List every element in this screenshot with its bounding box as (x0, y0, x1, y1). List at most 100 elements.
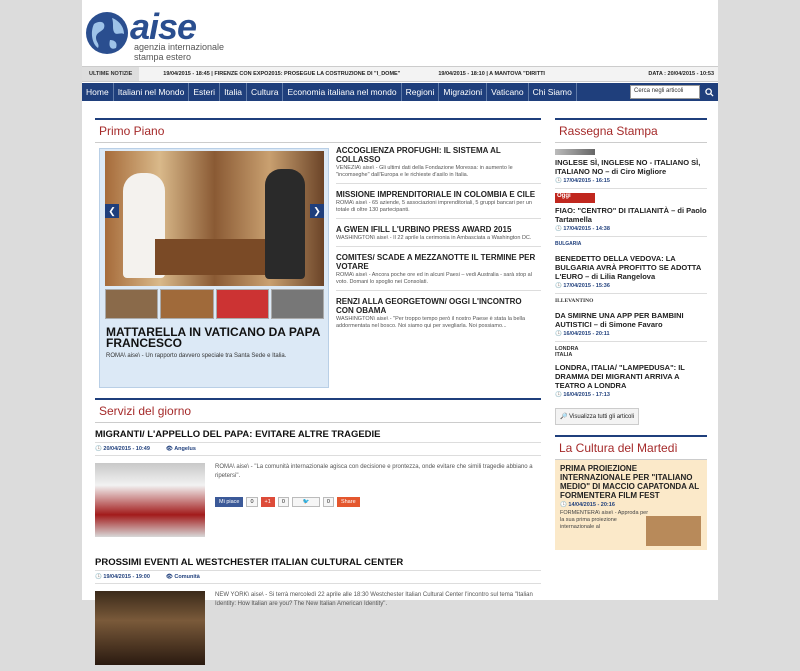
article-excerpt: ROMA\ aise\ - "La comunità internazional… (215, 464, 533, 479)
nav-item-italiani-nel-mondo[interactable]: Italiani nel Mondo (114, 83, 190, 101)
site-header: aise agenzia internazionale stampa ester… (82, 0, 718, 66)
list-item: BULGARIA BENEDETTO DELLA VEDOVA: LA BULG… (555, 237, 707, 294)
primo-piano-section: Primo Piano ❮ ❯ MATTARELLA IN VATICANO D… (95, 118, 541, 388)
source-logo: LONDRA ITALIA (555, 346, 579, 358)
article-date: 🕓 20/04/2015 - 10:49 (95, 446, 150, 452)
article-title[interactable]: MIGRANTI/ L'APPELLO DEL PAPA: EVITARE AL… (95, 429, 541, 442)
search-input[interactable]: Cerca negli articoli (630, 85, 700, 99)
list-item: RENZI ALLA GEORGETOWN/ OGGI L'INCONTRO C… (336, 295, 541, 334)
news-excerpt: ROMA\ aise\ - Ancora poche ore ed in alc… (336, 272, 532, 285)
section-title-rassegna: Rassegna Stampa (555, 118, 707, 143)
press-date: 🕓 17/04/2015 - 14:38 (555, 226, 610, 232)
carousel-thumb[interactable] (215, 289, 269, 319)
press-title[interactable]: DA SMIRNE UNA APP PER BAMBINI AUTISTICI … (555, 311, 707, 329)
article-category-text: Angelus (174, 446, 196, 452)
search-icon (704, 87, 714, 97)
cultura-title[interactable]: PRIMA PROIEZIONE INTERNAZIONALE PER "ITA… (560, 464, 702, 500)
cultura-excerpt: FORMENTERA\ aise\ - Approda per la sua p… (560, 510, 649, 530)
tweet-count: 0 (322, 497, 334, 507)
ticker-item[interactable]: 19/04/2015 - 18:45 | FIRENZE CON EXPO201… (163, 71, 400, 77)
list-item: ACCOGLIENZA PROFUGHI: IL SISTEMA AL COLL… (336, 144, 541, 184)
nav-item-cultura[interactable]: Cultura (247, 83, 284, 101)
list-item: A GWEN IFILL L'URBINO PRESS AWARD 2015 W… (336, 223, 541, 247)
search-button[interactable] (702, 85, 716, 99)
press-title[interactable]: FIAO: "CENTRO" DI ITALIANITÀ – di Paolo … (555, 206, 707, 224)
section-title-cultura: La Cultura del Martedì (555, 435, 707, 460)
list-item: MISSIONE IMPRENDITORIALE IN COLOMBIA E C… (336, 188, 541, 219)
nav-item-migrazioni[interactable]: Migrazioni (439, 83, 488, 101)
news-excerpt: VENEZIA\ aise\ - Gli ultimi dati della F… (336, 165, 513, 178)
news-title[interactable]: A GWEN IFILL L'URBINO PRESS AWARD 2015 (336, 225, 541, 234)
social-buttons: Mi piace 0 +1 0 🐦 0 Share (215, 497, 360, 507)
news-title[interactable]: ACCOGLIENZA PROFUGHI: IL SISTEMA AL COLL… (336, 146, 541, 164)
featured-carousel: ❮ ❯ MATTARELLA IN VATICANO DA PAPA FRANC… (99, 148, 329, 388)
primo-piano-news-list: ACCOGLIENZA PROFUGHI: IL SISTEMA AL COLL… (336, 144, 541, 338)
nav-item-chi-siamo[interactable]: Chi Siamo (529, 83, 577, 101)
list-item: ILLEVANTINO DA SMIRNE UNA APP PER BAMBIN… (555, 294, 707, 342)
featured-title[interactable]: MATTARELLA IN VATICANO DA PAPA FRANCESCO (106, 326, 328, 349)
press-date: 🕓 16/04/2015 - 20:11 (555, 331, 610, 337)
carousel-thumbnails (105, 289, 324, 319)
source-logo: BULGARIA (555, 241, 582, 247)
nav-item-regioni[interactable]: Regioni (402, 83, 440, 101)
share-button[interactable]: Share (336, 497, 360, 507)
article-image[interactable] (95, 591, 205, 665)
featured-photo[interactable] (105, 151, 324, 286)
cultura-date: 🕓 14/04/2015 - 20:16 (560, 502, 615, 508)
nav-item-esteri[interactable]: Esteri (189, 83, 221, 101)
news-title[interactable]: MISSIONE IMPRENDITORIALE IN COLOMBIA E C… (336, 190, 541, 199)
servizi-section: Servizi del giorno MIGRANTI/ L'APPELLO D… (95, 398, 541, 671)
press-title[interactable]: INGLESE SÌ, INGLESE NO - ITALIANO SÌ, IT… (555, 158, 707, 176)
nav-item-italia[interactable]: Italia (220, 83, 248, 101)
press-title[interactable]: LONDRA, ITALIA/ "LAMPEDUSA": IL DRAMMA D… (555, 363, 707, 390)
view-all-label: Visualizza tutti gli articoli (569, 414, 635, 420)
section-title-servizi: Servizi del giorno (95, 398, 541, 423)
news-title[interactable]: RENZI ALLA GEORGETOWN/ OGGI L'INCONTRO C… (336, 297, 541, 315)
carousel-next-button[interactable]: ❯ (310, 204, 324, 218)
article-body: NEW YORK\ aise\ - Si terrà mercoledì 22 … (95, 591, 541, 671)
article-image[interactable] (95, 463, 205, 537)
cultura-image[interactable] (646, 516, 701, 546)
left-column: Primo Piano ❮ ❯ MATTARELLA IN VATICANO D… (95, 118, 541, 665)
press-date-text: 17/04/2015 - 15:36 (563, 283, 610, 289)
article-category[interactable]: 👁 Angelus (166, 446, 196, 452)
tweet-button[interactable]: 🐦 (291, 497, 320, 507)
article-body: ROMA\ aise\ - "La comunità internazional… (95, 463, 541, 543)
section-title-primo-piano: Primo Piano (95, 118, 541, 143)
press-date-text: 16/04/2015 - 17:13 (563, 392, 610, 398)
cultura-date-text: 14/04/2015 - 20:16 (568, 502, 615, 508)
news-ticker: ULTIME NOTIZIE 19/04/2015 - 18:45 | FIRE… (82, 66, 718, 82)
view-all-articles-button[interactable]: 🔎 Visualizza tutti gli articoli (555, 408, 640, 425)
article-date-text: 20/04/2015 - 10:49 (103, 446, 150, 452)
nav-item-home[interactable]: Home (82, 83, 114, 101)
carousel-thumb[interactable] (105, 289, 159, 319)
article-meta: 🕓 20/04/2015 - 10:49 👁 Angelus (95, 442, 541, 456)
press-date: 🕓 17/04/2015 - 16:15 (555, 178, 610, 184)
article-title[interactable]: PROSSIMI EVENTI AL WESTCHESTER ITALIAN C… (95, 557, 541, 570)
press-title[interactable]: BENEDETTO DELLA VEDOVA: LA BULGARIA AVRÀ… (555, 254, 707, 281)
carousel-thumb[interactable] (160, 289, 214, 319)
brand-subtitle: agenzia internazionale stampa estero (134, 42, 224, 62)
nav-item-vaticano[interactable]: Vaticano (487, 83, 529, 101)
news-excerpt: WASHINGTON\ aise\ - Il 22 aprile la ceri… (336, 235, 532, 241)
article-category[interactable]: 👁 Comunità (166, 574, 200, 580)
nav-item-economia[interactable]: Economia italiana nel mondo (283, 83, 402, 101)
news-excerpt: ROMA\ aise\ - 65 aziende, 5 associazioni… (336, 200, 532, 213)
article-meta: 🕓 19/04/2015 - 19:00 👁 Comunità (95, 570, 541, 584)
globe-icon (86, 12, 128, 54)
source-logo: Oggi (555, 193, 595, 203)
carousel-thumb[interactable] (270, 289, 324, 319)
carousel-prev-button[interactable]: ❮ (105, 204, 119, 218)
article-excerpt: NEW YORK\ aise\ - Si terrà mercoledì 22 … (215, 592, 533, 607)
cultura-item: PRIMA PROIEZIONE INTERNAZIONALE PER "ITA… (555, 460, 707, 550)
news-title[interactable]: COMITES/ SCADE A MEZZANOTTE IL TERMINE P… (336, 253, 541, 271)
ticker-item[interactable]: 19/04/2015 - 18:10 | A MANTOVA "DIRITTI (438, 71, 545, 77)
source-logo (555, 149, 595, 155)
facebook-like-button[interactable]: Mi piace (215, 497, 244, 507)
google-plus-button[interactable]: +1 (260, 497, 275, 507)
current-date: DATA : 20/04/2015 - 10:53 (648, 71, 714, 77)
source-logo: ILLEVANTINO (555, 298, 594, 304)
facebook-count: 0 (246, 497, 258, 507)
cultura-section: La Cultura del Martedì PRIMA PROIEZIONE … (555, 435, 707, 550)
list-item: COMITES/ SCADE A MEZZANOTTE IL TERMINE P… (336, 251, 541, 291)
